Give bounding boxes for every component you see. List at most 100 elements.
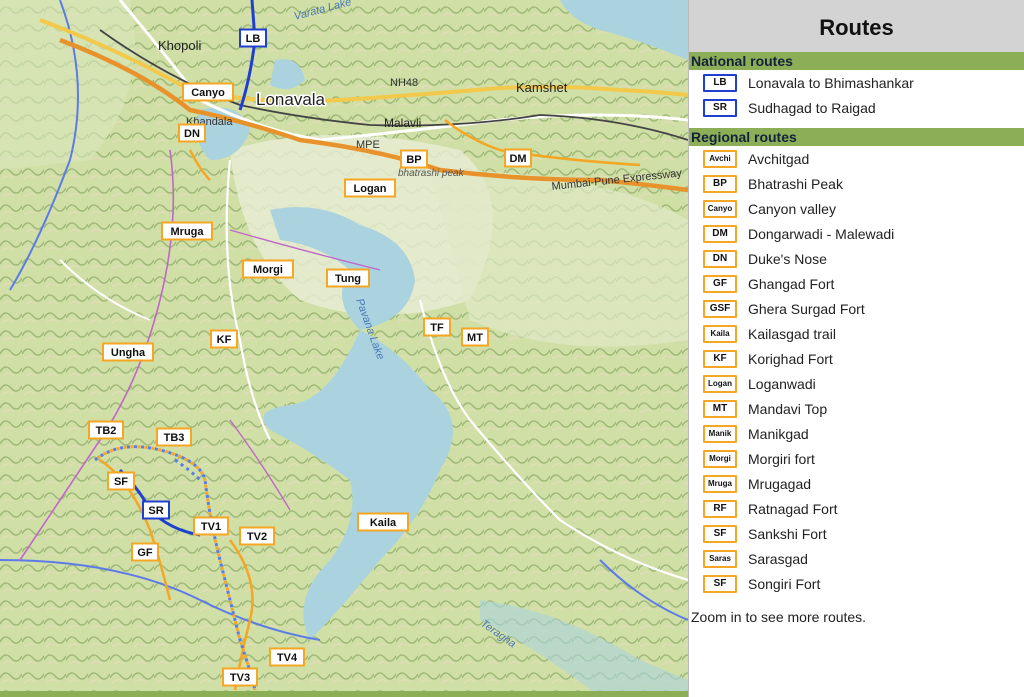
map-route-badge-label: GF <box>137 547 153 559</box>
map-route-badge-label: DN <box>184 128 200 140</box>
national-routes-list: LB Lonavala to Bhimashankar SR Sudhagad to … <box>689 70 1024 120</box>
place-khopoli: Khopoli <box>158 38 201 53</box>
map-route-badge-label: TV3 <box>230 672 250 684</box>
map-route-badge[interactable]: TB2 <box>88 420 124 440</box>
map-route-badge-label: SR <box>148 505 163 517</box>
regional-route-item[interactable]: DN Duke's Nose <box>689 246 1024 271</box>
route-code-badge: Manik <box>703 424 737 443</box>
map-route-badge[interactable]: Morgi <box>242 259 294 279</box>
regional-routes-list: Avchi Avchitgad BP Bhatrashi Peak Canyo Canyo… <box>689 146 1024 596</box>
map-route-badge-label: Mruga <box>171 226 205 238</box>
route-code-badge: RF <box>703 499 737 518</box>
route-code-badge: GSF <box>703 299 737 318</box>
route-name: Bhatrashi Peak <box>748 175 843 192</box>
map-route-badge[interactable]: KF <box>210 329 238 349</box>
route-code-badge: Kaila <box>703 324 737 343</box>
map-route-badge[interactable]: DN <box>178 123 206 143</box>
map-route-badge-label: Morgi <box>253 264 283 276</box>
map-route-badge-label: TB2 <box>96 425 117 437</box>
panel-title: Routes <box>689 0 1024 52</box>
map-route-badge[interactable]: Tung <box>326 268 370 288</box>
map-route-badge[interactable]: SF <box>107 471 135 491</box>
map-route-badge-label: TV1 <box>201 521 221 533</box>
map-route-badge-label: TB3 <box>164 432 185 444</box>
routes-panel: Routes National routes LB Lonavala to Bhi… <box>688 0 1024 697</box>
map-route-badge-label: KF <box>217 334 232 346</box>
map-route-badge[interactable]: SR <box>142 500 170 520</box>
map-route-badge[interactable]: TV4 <box>269 647 305 667</box>
map-route-badge[interactable]: TV1 <box>193 516 229 536</box>
route-name: Canyon valley <box>748 200 836 217</box>
map-route-badge[interactable]: DM <box>504 148 532 168</box>
place-kamshet: Kamshet <box>516 80 568 95</box>
map-route-badge-label: Tung <box>335 273 361 285</box>
regional-route-item[interactable]: Manik Manikgad <box>689 421 1024 446</box>
route-name: Sankshi Fort <box>748 525 827 542</box>
regional-route-item[interactable]: Saras Sarasgad <box>689 546 1024 571</box>
national-route-item[interactable]: LB Lonavala to Bhimashankar <box>689 70 1024 95</box>
national-route-item[interactable]: SR Sudhagad to Raigad <box>689 95 1024 120</box>
regional-route-item[interactable]: Canyo Canyon valley <box>689 196 1024 221</box>
map-route-badge-label: TV4 <box>277 652 298 664</box>
route-name: Sarasgad <box>748 550 808 567</box>
regional-route-item[interactable]: SF Sankshi Fort <box>689 521 1024 546</box>
map-route-badge[interactable]: LB <box>239 28 267 48</box>
map-route-badge[interactable]: GF <box>131 542 159 562</box>
map-route-badge[interactable]: Logan <box>344 178 396 198</box>
regional-route-item[interactable]: KF Korighad Fort <box>689 346 1024 371</box>
route-name: Mandavi Top <box>748 400 828 417</box>
map-route-badge[interactable]: Mruga <box>161 221 213 241</box>
place-lonavala: Lonavala <box>256 90 326 109</box>
regional-route-item[interactable]: Kaila Kailasgad trail <box>689 321 1024 346</box>
regional-route-item[interactable]: Morgi Morgiri fort <box>689 446 1024 471</box>
map-route-badge-label: Kaila <box>370 517 397 529</box>
map-route-badge-label: BP <box>406 154 421 166</box>
route-code-badge: DM <box>703 224 737 243</box>
route-name: Manikgad <box>748 425 809 442</box>
map-view[interactable]: Khopoli Lonavala Khandala Kamshet Malavl… <box>0 0 688 697</box>
map-route-badge[interactable]: TV3 <box>222 667 258 687</box>
route-code-badge: Morgi <box>703 449 737 468</box>
map-route-badge-label: TF <box>430 322 444 334</box>
map-route-badge[interactable]: TF <box>423 317 451 337</box>
regional-route-item[interactable]: MT Mandavi Top <box>689 396 1024 421</box>
national-routes-heading: National routes <box>689 52 1024 70</box>
map-route-badge-label: SF <box>114 476 128 488</box>
map-route-badge[interactable]: MT <box>461 327 489 347</box>
map-route-badge[interactable]: BP <box>400 149 428 169</box>
map-route-badge[interactable]: TB3 <box>156 427 192 447</box>
map-route-badge[interactable]: Ungha <box>102 342 154 362</box>
route-code-badge: Canyo <box>703 199 737 218</box>
route-code-badge: Logan <box>703 374 737 393</box>
regional-route-item[interactable]: Avchi Avchitgad <box>689 146 1024 171</box>
map-route-badge-label: DM <box>509 153 526 165</box>
zoom-note: Zoom in to see more routes. <box>691 609 867 625</box>
route-name: Mrugagad <box>748 475 812 492</box>
regional-route-item[interactable]: BP Bhatrashi Peak <box>689 171 1024 196</box>
map-route-badge[interactable]: Kaila <box>357 512 409 532</box>
route-code-badge: KF <box>703 349 737 368</box>
regional-route-item[interactable]: GSF Ghera Surgad Fort <box>689 296 1024 321</box>
regional-route-item[interactable]: RF Ratnagad Fort <box>689 496 1024 521</box>
regional-route-item[interactable]: DM Dongarwadi - Malewadi <box>689 221 1024 246</box>
route-code-badge: SF <box>703 524 737 543</box>
route-code-badge: Saras <box>703 549 737 568</box>
regional-route-item[interactable]: Logan Loganwadi <box>689 371 1024 396</box>
map-canvas[interactable]: Khopoli Lonavala Khandala Kamshet Malavl… <box>0 0 688 697</box>
map-route-badge[interactable]: TV2 <box>239 526 275 546</box>
route-name: Lonavala to Bhimashankar <box>748 74 914 91</box>
regional-route-item[interactable]: GF Ghangad Fort <box>689 271 1024 296</box>
route-name: Morgiri fort <box>748 450 815 467</box>
route-code-badge: LB <box>703 73 737 92</box>
map-route-badge-label: Ungha <box>111 347 146 359</box>
regional-route-item[interactable]: Mruga Mrugagad <box>689 471 1024 496</box>
route-code-badge: DN <box>703 249 737 268</box>
route-name: Ghera Surgad Fort <box>748 300 865 317</box>
regional-route-item[interactable]: SF Songiri Fort <box>689 571 1024 596</box>
map-route-badge[interactable]: Canyo <box>182 82 234 102</box>
route-name: Duke's Nose <box>748 250 827 267</box>
route-name: Loganwadi <box>748 375 816 392</box>
map-route-badge-label: MT <box>467 332 483 344</box>
route-code-badge: Mruga <box>703 474 737 493</box>
